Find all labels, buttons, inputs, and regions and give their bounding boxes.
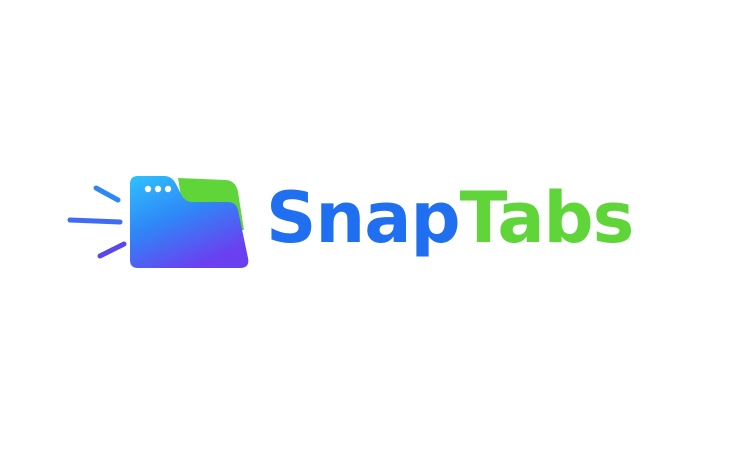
folder-dot-3 <box>164 185 172 193</box>
speed-line-top <box>93 185 121 203</box>
logo-wordmark: SnapTabs <box>266 172 635 264</box>
speed-line-middle <box>67 217 123 225</box>
canvas: SnapTabs <box>0 0 750 450</box>
folder-with-speed-lines-icon <box>67 176 249 268</box>
logo-word-snap: Snap <box>266 177 461 259</box>
logo-word-tabs: Tabs <box>459 177 635 259</box>
speed-line-bottom <box>97 241 127 259</box>
snaptabs-logo: SnapTabs <box>66 168 686 278</box>
folder-dot-1 <box>144 185 152 193</box>
folder-dot-2 <box>154 185 162 193</box>
